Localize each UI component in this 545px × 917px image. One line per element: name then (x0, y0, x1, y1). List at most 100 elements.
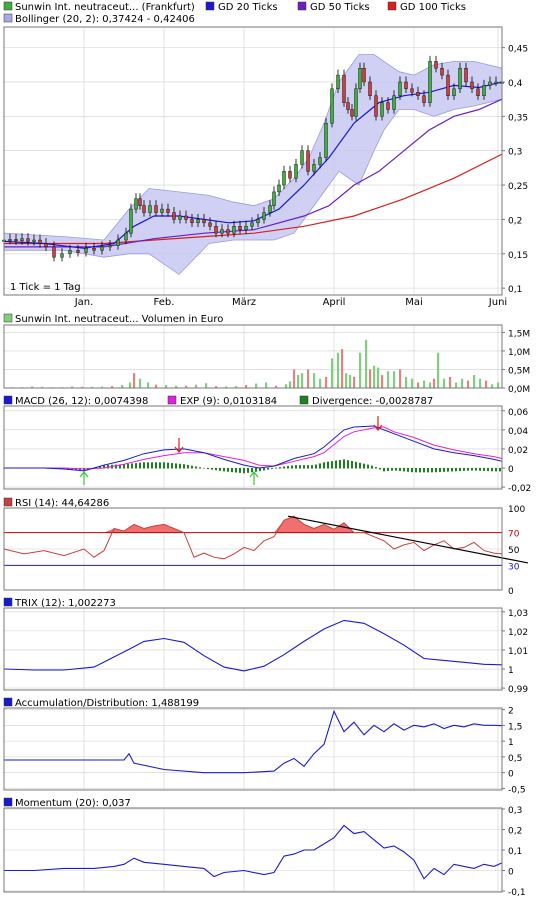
candle-body (362, 68, 366, 83)
divergence-legend-swatch (299, 395, 309, 405)
divergence-bar (235, 468, 237, 473)
divergence-bar (191, 465, 193, 469)
panels.trix.axis-tick-label: 1,03 (508, 609, 528, 619)
divergence-bar (215, 468, 217, 471)
divergence-bar (363, 463, 365, 469)
candle-body (398, 81, 402, 96)
trix-title: TRIX (12): 1,002273 (14, 598, 116, 609)
ad-legend-swatch (3, 697, 13, 707)
panels.momentum.axis-tick-label: 0,1 (508, 847, 522, 857)
panels.momentum.axis-tick-label: 0,3 (508, 806, 522, 816)
sell-signal-arrow (174, 438, 184, 453)
volume-bar (331, 358, 334, 388)
candle-body (272, 191, 276, 206)
divergence-bar (343, 459, 345, 469)
price_axis-tick-label: 0,45 (508, 45, 528, 55)
panels.ad.axis-tick-label: 1,5 (508, 722, 522, 732)
legend-price-label: Sunwin Int. neutraceut... (Frankfurt) (15, 2, 195, 13)
candle-body (232, 226, 236, 234)
volume-bar (369, 369, 372, 388)
panels.ad.axis-tick-label: 0 (508, 770, 514, 780)
divergence-bar (435, 468, 437, 473)
candle-body (142, 205, 146, 213)
volume-bar (449, 376, 452, 388)
buy-signal-arrow (79, 471, 89, 485)
candle-body (178, 215, 182, 220)
macd-legend-swatch (3, 395, 13, 405)
volume-title: Sunwin Int. neutraceut... Volumen in Eur… (15, 314, 223, 325)
candle-body (488, 81, 492, 86)
divergence-bar (179, 463, 181, 469)
x-axis-label: April (323, 297, 346, 308)
panels.macd.axis-tick-label: 0,06 (508, 408, 528, 418)
candle-body (202, 219, 206, 224)
candle-body (458, 68, 462, 90)
divergence-bar (259, 468, 261, 472)
volume-bar (473, 375, 476, 388)
divergence-bar (495, 468, 497, 472)
divergence-bar (255, 468, 257, 472)
candle-body (262, 212, 266, 220)
divergence-bar (283, 466, 285, 469)
volume-bar (301, 373, 304, 388)
divergence-bar (207, 468, 209, 470)
divergence-bar (415, 468, 417, 473)
divergence-bar (379, 468, 381, 470)
candle-body (190, 219, 194, 224)
candle-body (277, 184, 281, 193)
rsi-legend-swatch (3, 497, 13, 507)
candle-body (238, 226, 242, 230)
volume-bar (313, 373, 316, 388)
volume-bar (467, 380, 470, 388)
trix-legend-swatch (3, 597, 13, 607)
candle-body (76, 250, 80, 253)
volume-bar (307, 369, 310, 388)
candle-body (452, 88, 456, 96)
candle-body (342, 74, 346, 103)
divergence-bar (271, 468, 273, 469)
x-axis-label: Jan. (74, 297, 94, 308)
macd-frame (3, 405, 503, 490)
divergence-bar (135, 463, 137, 469)
volume-bar (285, 384, 288, 388)
volume-bar (405, 376, 408, 388)
volume-bar (433, 378, 436, 388)
volume-bar (479, 378, 482, 388)
candle-body (184, 215, 188, 220)
divergence-bar (407, 468, 409, 472)
volume-bar (289, 381, 292, 388)
volume-bar (437, 352, 440, 388)
candle-body (52, 246, 56, 258)
divergence-title: Divergence: -0,0028787 (312, 396, 433, 407)
panels.volume.axis-tick-label: 0,0M (508, 385, 530, 395)
price-plot-bg (4, 27, 502, 295)
divergence-bar (291, 465, 293, 469)
volume-bar (423, 380, 426, 388)
volume-bar (337, 352, 340, 388)
x-axis-label: Mai (405, 297, 423, 308)
panels.volume.axis-tick-label: 1,5M (508, 329, 530, 339)
tick-note: 1 Tick = 1 Tag (10, 282, 81, 293)
candle-body (160, 208, 164, 213)
divergence-bar (147, 462, 149, 469)
candle-body (380, 102, 384, 117)
volume-legend-swatch (3, 313, 13, 323)
panels.volume.axis-tick-label: 1,0M (508, 348, 530, 358)
divergence-bar (287, 466, 289, 469)
divergence-bar (411, 468, 413, 473)
candle-body (410, 88, 414, 93)
rsi-axis-label: 100 (508, 505, 525, 515)
candle-body (282, 171, 286, 186)
candle-body (482, 85, 486, 96)
candle-body (166, 208, 170, 213)
macd-title: MACD (26, 12): 0,0074398 (15, 396, 148, 407)
divergence-bar (279, 467, 281, 469)
legend-top: Sunwin Int. neutraceut... (Frankfurt) GD… (3, 1, 466, 25)
panels.momentum.axis-tick-label: 0 (508, 867, 514, 877)
candle-body (392, 95, 396, 110)
panels.trix.axis-tick-label: 1,02 (508, 628, 528, 638)
candle-body (324, 123, 328, 158)
divergence-bar (355, 461, 357, 469)
divergence-bar (487, 468, 489, 472)
candle-body (220, 229, 224, 234)
